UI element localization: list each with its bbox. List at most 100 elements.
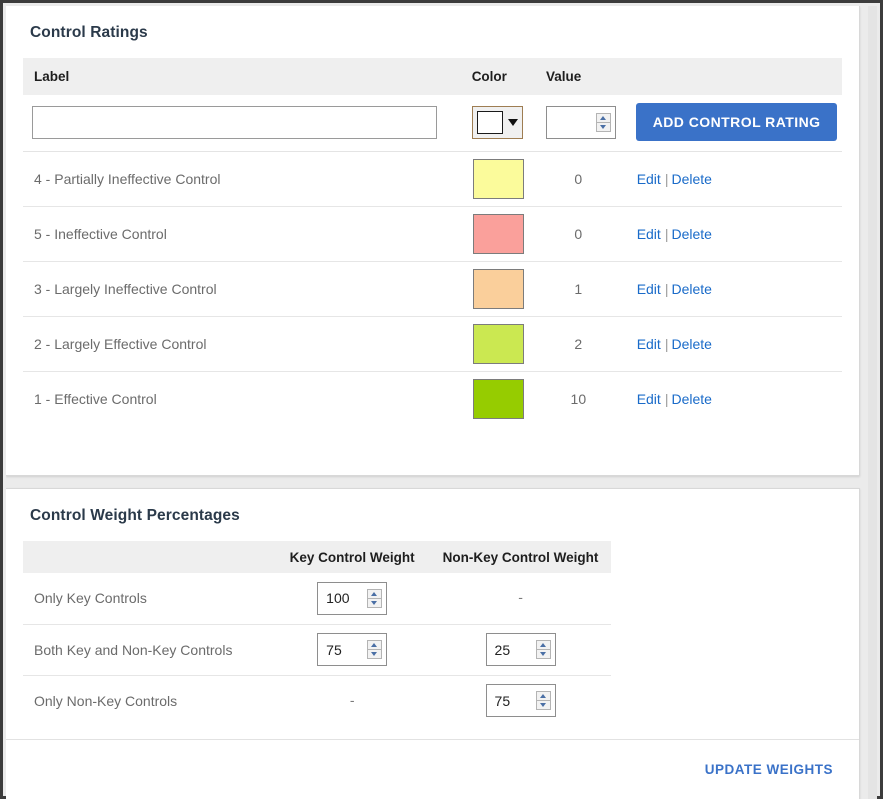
table-row: 2 - Largely Effective Control 2 Edit|Del… (23, 317, 842, 372)
edit-link[interactable]: Edit (637, 391, 661, 407)
color-swatch (473, 379, 524, 419)
action-separator: | (661, 336, 672, 352)
stepper-up-icon[interactable] (368, 590, 381, 598)
add-value-cell (546, 95, 636, 152)
add-color-cell (472, 95, 546, 152)
weights-card-footer: UPDATE WEIGHTS (6, 739, 859, 799)
rating-label: 3 - Largely Ineffective Control (23, 262, 472, 317)
stepper-buttons[interactable] (367, 640, 382, 659)
non-key-weight-stepper[interactable]: 75 (486, 684, 556, 717)
key-weight-value: 100 (326, 590, 349, 606)
rating-actions: Edit|Delete (636, 152, 842, 207)
control-ratings-table: Label Color Value (23, 58, 842, 427)
key-weight-stepper[interactable]: 75 (317, 633, 387, 666)
non-key-weight-dash: - (518, 589, 523, 605)
weights-row: Only Non-Key Controls - 75 (23, 675, 611, 726)
stepper-up-icon[interactable] (537, 641, 550, 649)
key-weight-cell: - (274, 675, 430, 726)
key-weight-dash: - (350, 692, 355, 708)
delete-link[interactable]: Delete (671, 336, 711, 352)
control-weights-table-wrapper: Key Control Weight Non-Key Control Weigh… (6, 525, 859, 726)
key-weight-cell: 100 (274, 573, 430, 624)
rating-color-cell (472, 317, 546, 372)
table-row: 3 - Largely Ineffective Control 1 Edit|D… (23, 262, 842, 317)
weights-row-label: Only Non-Key Controls (23, 675, 274, 726)
rating-value: 0 (546, 207, 636, 262)
stepper-up-icon[interactable] (537, 692, 550, 700)
action-separator: | (661, 171, 672, 187)
table-row: 4 - Partially Ineffective Control 0 Edit… (23, 152, 842, 207)
stepper-down-icon[interactable] (597, 123, 610, 131)
non-key-weight-value: 75 (495, 693, 511, 709)
page-body: Control Ratings Label Color Value (6, 6, 868, 799)
action-separator: | (661, 391, 672, 407)
weights-row: Both Key and Non-Key Controls 75 (23, 624, 611, 675)
column-header-non-key-control-weight: Non-Key Control Weight (430, 541, 611, 573)
new-rating-label-input[interactable] (32, 106, 437, 139)
chevron-down-icon (508, 119, 518, 126)
rating-actions: Edit|Delete (636, 262, 842, 317)
rating-color-cell (472, 207, 546, 262)
rating-label: 5 - Ineffective Control (23, 207, 472, 262)
rating-color-cell (472, 262, 546, 317)
key-weight-stepper[interactable]: 100 (317, 582, 387, 615)
non-key-weight-stepper[interactable]: 25 (486, 633, 556, 666)
control-ratings-header-row: Label Color Value (23, 58, 842, 95)
edit-link[interactable]: Edit (637, 226, 661, 242)
non-key-weight-cell: 75 (430, 675, 611, 726)
edit-link[interactable]: Edit (637, 281, 661, 297)
action-separator: | (661, 281, 672, 297)
rating-color-cell (472, 372, 546, 427)
stepper-down-icon[interactable] (368, 599, 381, 607)
column-header-label: Label (23, 58, 472, 95)
delete-link[interactable]: Delete (671, 226, 711, 242)
column-header-value: Value (546, 58, 636, 95)
stepper-buttons[interactable] (536, 640, 551, 659)
key-weight-value: 75 (326, 642, 342, 658)
stepper-buttons[interactable] (536, 691, 551, 710)
add-label-cell (23, 95, 472, 152)
delete-link[interactable]: Delete (671, 171, 711, 187)
stepper-down-icon[interactable] (537, 650, 550, 658)
rating-value: 1 (546, 262, 636, 317)
color-swatch (473, 324, 524, 364)
stepper-up-icon[interactable] (368, 641, 381, 649)
delete-link[interactable]: Delete (671, 391, 711, 407)
control-weight-percentages-card: Control Weight Percentages Key Control W… (6, 488, 860, 799)
delete-link[interactable]: Delete (671, 281, 711, 297)
control-ratings-title: Control Ratings (6, 6, 859, 42)
control-weights-table: Key Control Weight Non-Key Control Weigh… (23, 541, 611, 726)
stepper-buttons[interactable] (367, 589, 382, 608)
add-control-rating-button[interactable]: ADD CONTROL RATING (636, 103, 838, 141)
column-header-key-control-weight: Key Control Weight (274, 541, 430, 573)
weights-row: Only Key Controls 100 (23, 573, 611, 624)
weights-row-label: Only Key Controls (23, 573, 274, 624)
non-key-weight-value: 25 (495, 642, 511, 658)
add-control-rating-row: ADD CONTROL RATING (23, 95, 842, 152)
weights-row-label: Both Key and Non-Key Controls (23, 624, 274, 675)
control-weights-header-row: Key Control Weight Non-Key Control Weigh… (23, 541, 611, 573)
rating-actions: Edit|Delete (636, 372, 842, 427)
rating-value: 0 (546, 152, 636, 207)
column-header-actions (636, 58, 842, 95)
rating-label: 2 - Largely Effective Control (23, 317, 472, 372)
stepper-down-icon[interactable] (537, 701, 550, 709)
column-header-color: Color (472, 58, 546, 95)
stepper-up-icon[interactable] (597, 114, 610, 122)
table-row: 1 - Effective Control 10 Edit|Delete (23, 372, 842, 427)
edit-link[interactable]: Edit (637, 336, 661, 352)
new-rating-value-stepper[interactable] (546, 106, 616, 139)
edit-link[interactable]: Edit (637, 171, 661, 187)
stepper-buttons[interactable] (596, 113, 611, 132)
add-submit-cell: ADD CONTROL RATING (636, 95, 842, 152)
rating-actions: Edit|Delete (636, 317, 842, 372)
table-row: 5 - Ineffective Control 0 Edit|Delete (23, 207, 842, 262)
control-ratings-card: Control Ratings Label Color Value (6, 6, 860, 476)
update-weights-button[interactable]: UPDATE WEIGHTS (705, 762, 833, 777)
action-separator: | (661, 226, 672, 242)
non-key-weight-cell: - (430, 573, 611, 624)
color-swatch (473, 214, 524, 254)
stepper-down-icon[interactable] (368, 650, 381, 658)
screenshot-frame: Control Ratings Label Color Value (0, 0, 883, 799)
new-rating-color-picker[interactable] (472, 106, 523, 139)
